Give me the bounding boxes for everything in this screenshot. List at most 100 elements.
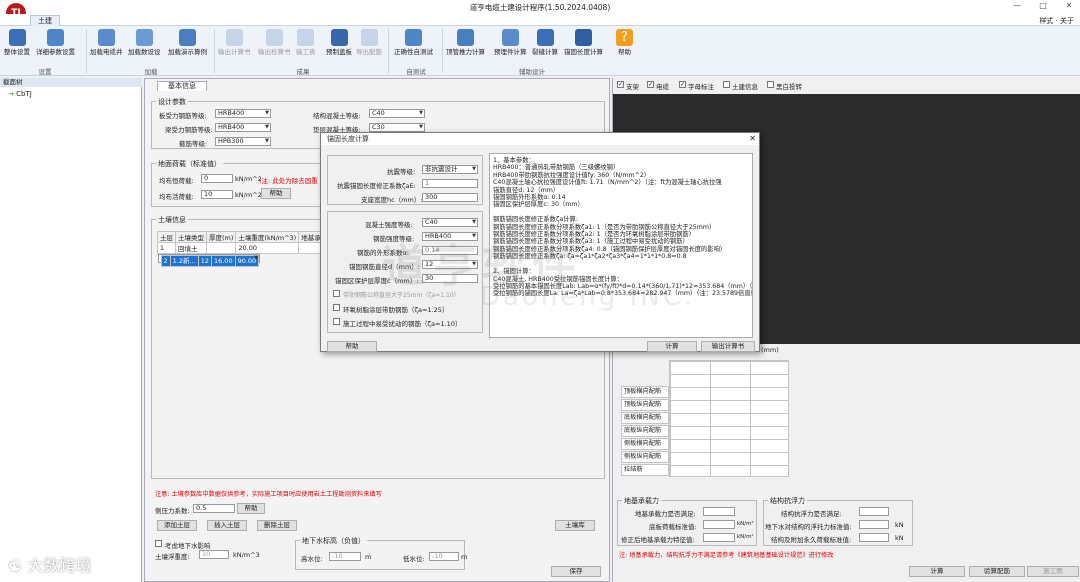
- cable-checkbox[interactable]: ✓: [647, 81, 654, 88]
- tree-item-root[interactable]: → CbTJ: [8, 90, 32, 98]
- crack-calc-button[interactable]: 裂缝计算: [532, 29, 558, 56]
- large-diameter-checkbox[interactable]: [333, 290, 340, 297]
- dialog-calc-button[interactable]: 计算: [647, 341, 697, 352]
- export-sheet-button[interactable]: 输工表: [296, 29, 316, 56]
- load-params-button[interactable]: 加载数设设: [128, 29, 161, 56]
- dead-load-label: 均布恒荷载:: [159, 177, 194, 185]
- black-white-checkbox[interactable]: [767, 81, 774, 88]
- load-demo-button[interactable]: 加载演示算例: [168, 29, 207, 56]
- anti-float-ok-label: 结构抗浮力是否满足:: [781, 510, 842, 518]
- cushion-grade-select[interactable]: C30: [369, 123, 425, 132]
- group-label-load: 加载: [144, 68, 158, 76]
- load-help-button[interactable]: 帮助: [261, 188, 291, 199]
- groundwater-checkbox[interactable]: [155, 540, 162, 547]
- disturbance-checkbox[interactable]: [333, 318, 340, 325]
- rebar-row-label: 底板纵向配筋: [621, 425, 669, 437]
- permanent-load-label: 结构及附加永久荷载标准值:: [771, 536, 852, 544]
- table-row[interactable]: 2 1.2新... 12 16.00 90.00: [157, 254, 261, 267]
- beam-rebar-select[interactable]: HRB400: [215, 123, 271, 132]
- rebar-row-label: 顶板横向配筋: [621, 386, 669, 398]
- construction-drawing-button[interactable]: 施工图: [1027, 566, 1079, 577]
- soil-library-button[interactable]: 土壤库: [555, 520, 595, 531]
- document-icon: [225, 29, 243, 46]
- chart-icon: [179, 29, 196, 46]
- anchor-length-button[interactable]: 锚固长度计算: [564, 29, 603, 56]
- insert-layer-button[interactable]: 插入土层: [207, 520, 247, 531]
- letter-annotation-checkbox[interactable]: ✓: [679, 81, 686, 88]
- pressure-help-button[interactable]: 帮助: [237, 503, 265, 514]
- seismic-label: 抗震等级:: [387, 168, 416, 176]
- tree-header: 截面树: [0, 78, 142, 87]
- stirrup-select[interactable]: HPB300: [215, 137, 271, 146]
- load-cable-well-button[interactable]: 加载电缆井: [90, 29, 123, 56]
- concrete-grade-label: 结构混凝土等级:: [313, 112, 361, 120]
- cable-check-label: 电缆: [656, 83, 669, 91]
- rebar-result-grid: [669, 360, 789, 477]
- brand-icon: ☯: [8, 556, 23, 575]
- dialog-help-button[interactable]: 帮助: [327, 341, 377, 352]
- group-label-aux-design: 辅助设计: [519, 68, 545, 76]
- delete-layer-button[interactable]: 删除土层: [257, 520, 297, 531]
- table-row[interactable]: 1 回填土 20.00: [157, 242, 324, 254]
- self-test-button[interactable]: 正确性自测试: [394, 29, 433, 56]
- help-button[interactable]: ? 帮助: [616, 29, 633, 56]
- civil-info-checkbox[interactable]: [723, 81, 730, 88]
- global-settings-button[interactable]: 整体设置: [4, 29, 30, 56]
- style-about-menu[interactable]: 样式 · 关于: [1039, 16, 1074, 26]
- bearing-capacity-output: [703, 533, 735, 542]
- rebar-icon: [360, 29, 378, 46]
- save-button[interactable]: 保存: [551, 566, 601, 577]
- question-icon: ?: [616, 29, 633, 46]
- seismic-coef-input[interactable]: 1: [422, 179, 478, 188]
- permanent-load-unit: kN: [895, 534, 904, 542]
- brand-watermark: ☯ 大数跨境: [8, 556, 92, 575]
- pressure-coef-input[interactable]: 0.5: [193, 504, 235, 513]
- pipe-jacking-button[interactable]: 顶管推力计算: [446, 29, 485, 56]
- seismic-select[interactable]: 非抗震设计: [422, 165, 478, 174]
- calculate-button[interactable]: 计算: [909, 566, 965, 577]
- tab-civil[interactable]: 土建: [30, 15, 60, 26]
- concrete-grade-select[interactable]: C40: [369, 109, 425, 118]
- buoyancy-output: [859, 520, 889, 529]
- tab-basic-info[interactable]: 基本信息: [157, 81, 207, 91]
- title-bar: 道亨电缆土建设计程序(1.50.2024.0408): [0, 0, 1080, 14]
- epoxy-coating-checkbox[interactable]: [333, 304, 340, 311]
- live-load-label: 均布活荷载:: [159, 193, 194, 201]
- black-white-label: 黑白投转: [776, 83, 802, 91]
- low-water-input[interactable]: -10: [429, 552, 459, 561]
- high-water-input[interactable]: -10: [329, 552, 361, 561]
- test-icon: [405, 29, 422, 46]
- live-load-input[interactable]: 10: [201, 190, 233, 199]
- check-rebar-button[interactable]: 验算配筋: [969, 566, 1025, 577]
- dead-load-input[interactable]: 0: [201, 174, 233, 183]
- support-width-input[interactable]: 300: [422, 193, 478, 202]
- rebar-row-label: 底板横向配筋: [621, 412, 669, 424]
- export-calc-book-button[interactable]: 输出计算书: [218, 29, 251, 56]
- buoyancy-label: 地下水对结构的浮托力标准值:: [765, 523, 852, 531]
- embedded-part-button[interactable]: 预埋件计算: [494, 29, 527, 56]
- slab-load-unit: kN/m²: [737, 521, 754, 527]
- gear-icon: [8, 29, 26, 46]
- ribbon: 整体设置 详细参数设置 加载电缆井 加载数设设 加载演示算例 输出计算书 输出检…: [0, 26, 1080, 76]
- close-icon[interactable]: ✕: [1062, 1, 1076, 13]
- precast-cover-button[interactable]: 预制盖板: [326, 29, 352, 56]
- support-checkbox[interactable]: ✓: [617, 81, 624, 88]
- maximize-icon[interactable]: □: [1036, 1, 1050, 13]
- rebar-row-label: 顶板纵向配筋: [621, 399, 669, 411]
- epoxy-coating-label: 环氧树脂涂层带肋钢筋（ζa=1.25）: [343, 306, 449, 314]
- group-label-self-test: 自测试: [406, 68, 426, 76]
- export-check-book-button[interactable]: 输出检算书: [258, 29, 291, 56]
- float-weight-input[interactable]: 10: [199, 550, 229, 559]
- group-divider: [388, 29, 389, 73]
- export-rebar-button[interactable]: 导出配筋: [356, 29, 382, 56]
- close-icon[interactable]: ✕: [749, 134, 756, 143]
- detail-settings-button[interactable]: 详细参数设置: [36, 29, 75, 56]
- slab-rebar-select[interactable]: HRB400: [215, 109, 271, 118]
- ribbon-tab-row: [0, 14, 1080, 26]
- minimize-icon[interactable]: —: [1010, 1, 1024, 13]
- concrete-strength-select[interactable]: C40: [422, 218, 478, 227]
- export-calc-sheet-button[interactable]: 输出计算书: [701, 341, 755, 352]
- anti-float-ok-output: [859, 507, 889, 516]
- section-tree-pane: 截面树 → CbTJ: [0, 78, 142, 582]
- add-layer-button[interactable]: 添加土层: [157, 520, 197, 531]
